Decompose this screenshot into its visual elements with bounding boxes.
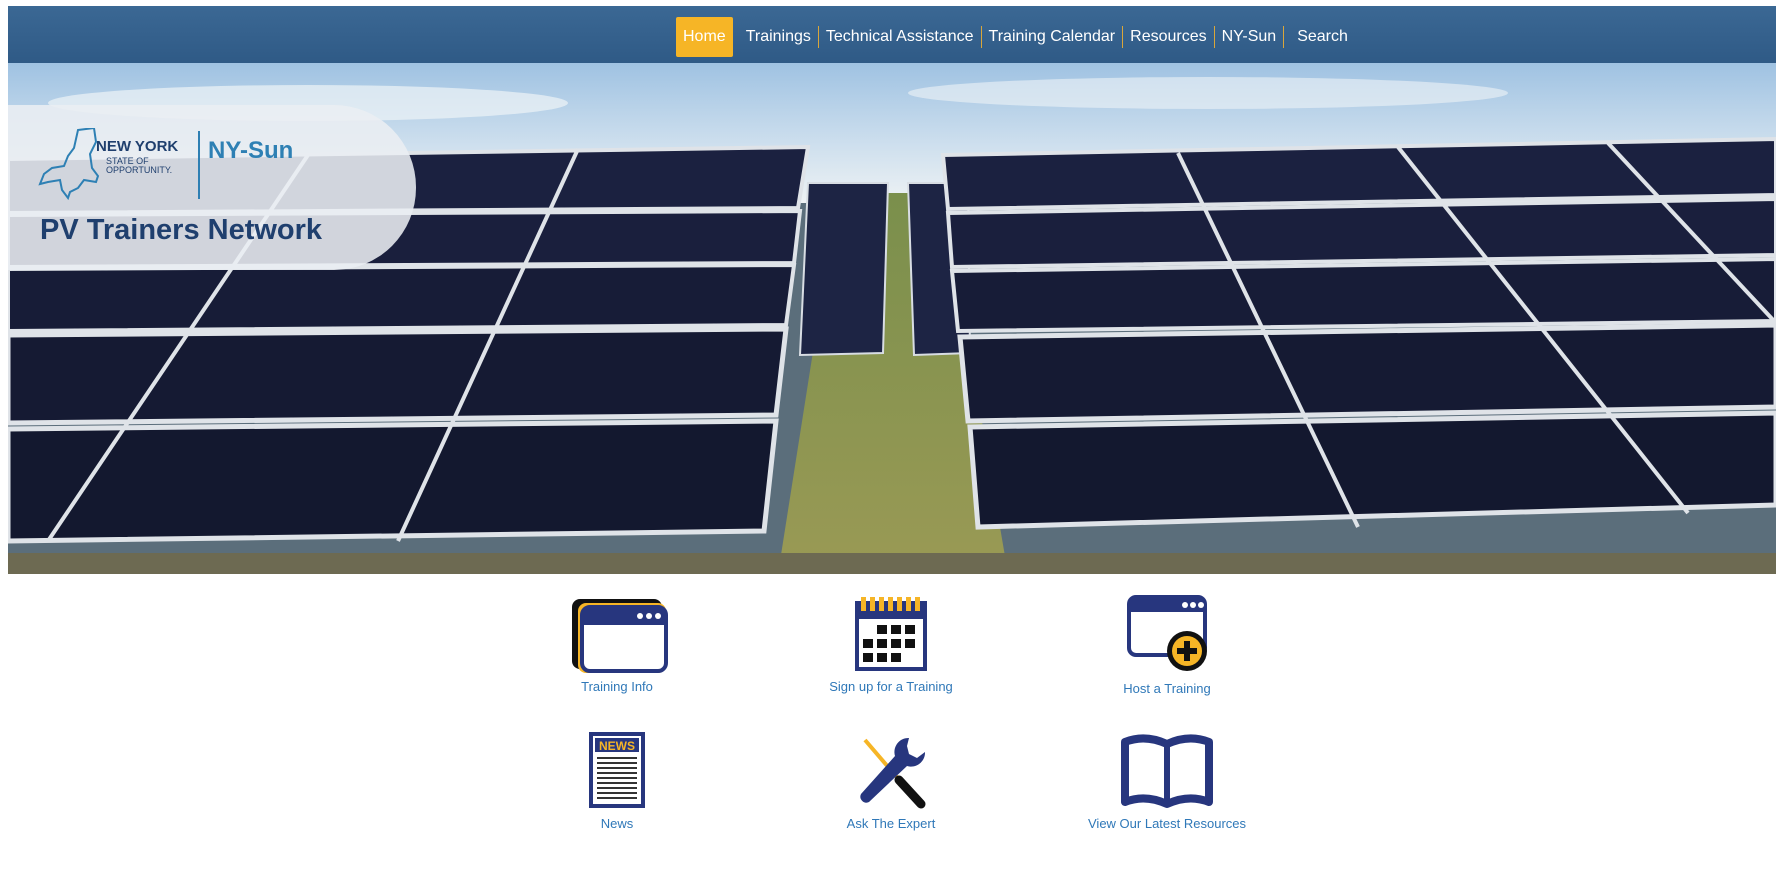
- tile-news[interactable]: NEWS News: [497, 732, 737, 831]
- ny-state-tagline: STATE OF OPPORTUNITY.: [106, 157, 172, 175]
- ny-sun-logo-text: NY-Sun: [208, 137, 294, 164]
- tile-sign-up-label: Sign up for a Training: [829, 679, 953, 694]
- tile-ask-expert[interactable]: Ask The Expert: [771, 732, 1011, 831]
- newspaper-icon: NEWS: [589, 732, 645, 808]
- nav-technical-assistance[interactable]: Technical Assistance: [819, 26, 982, 48]
- nav-training-calendar[interactable]: Training Calendar: [982, 26, 1124, 48]
- nav-home[interactable]: Home: [676, 17, 733, 57]
- new-york-state-outline-icon: [38, 128, 100, 200]
- browser-window-icon: [572, 599, 668, 673]
- tile-host-training-label: Host a Training: [1123, 681, 1211, 696]
- tile-latest-resources-label: View Our Latest Resources: [1088, 816, 1246, 831]
- wrench-screwdriver-icon: [860, 737, 926, 809]
- nav-ny-sun[interactable]: NY-Sun: [1215, 26, 1285, 48]
- tile-training-info[interactable]: Training Info: [497, 595, 737, 694]
- ny-state-name: NEW YORK: [96, 138, 179, 155]
- calendar-icon: [855, 597, 927, 671]
- top-navigation-bar: Home Trainings Technical Assistance Trai…: [8, 6, 1776, 63]
- nav-trainings[interactable]: Trainings: [739, 26, 819, 48]
- tile-latest-resources[interactable]: View Our Latest Resources: [1047, 732, 1287, 831]
- tile-news-label: News: [600, 816, 634, 831]
- page-title: PV Trainers Network: [40, 214, 323, 246]
- logo-divider: [198, 131, 200, 199]
- open-book-icon: [1121, 734, 1213, 808]
- tile-sign-up[interactable]: Sign up for a Training: [771, 595, 1011, 694]
- nav-search[interactable]: Search: [1284, 26, 1355, 48]
- nav-menu: Home Trainings Technical Assistance Trai…: [676, 17, 1355, 57]
- tile-ask-expert-label: Ask The Expert: [846, 816, 936, 831]
- svg-text:NEWS: NEWS: [599, 739, 635, 753]
- browser-add-icon: [1127, 595, 1207, 671]
- tile-host-training[interactable]: Host a Training: [1047, 595, 1287, 696]
- tile-training-info-label: Training Info: [581, 679, 653, 694]
- ny-tagline-line2: OPPORTUNITY.: [106, 165, 173, 175]
- nav-resources[interactable]: Resources: [1123, 26, 1215, 48]
